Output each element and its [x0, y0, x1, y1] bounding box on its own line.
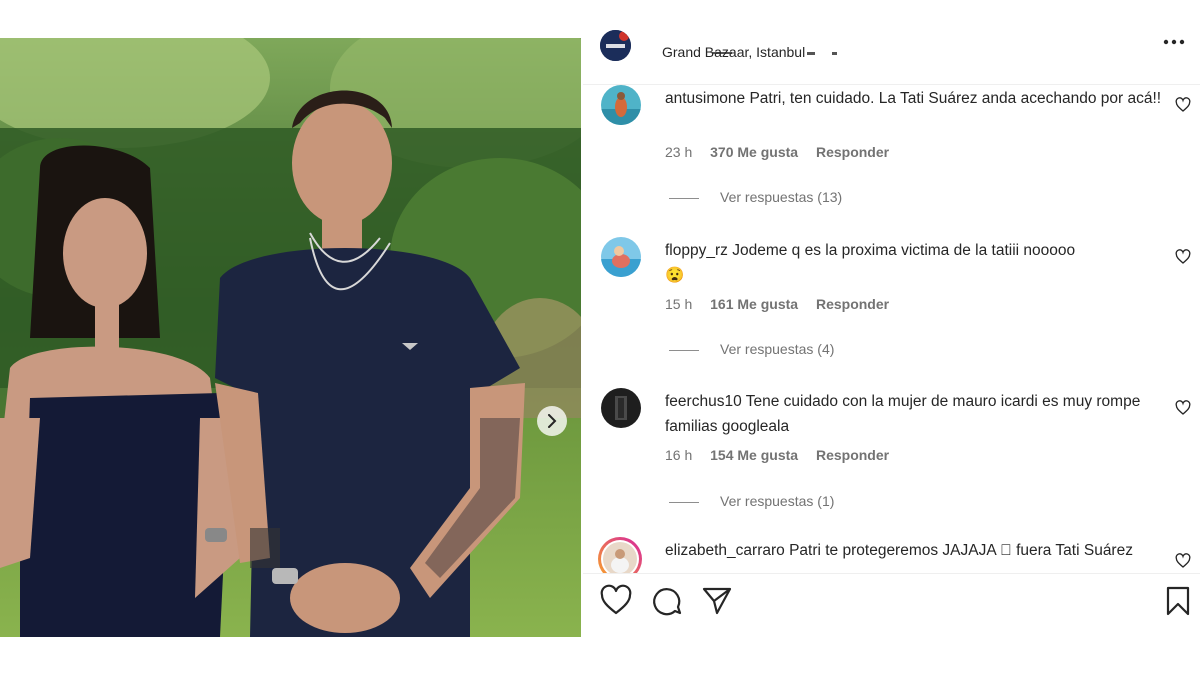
replies-line — [669, 501, 699, 503]
view-replies-button[interactable]: Ver respuestas (1) — [669, 493, 834, 509]
reply-button[interactable]: Responder — [816, 447, 889, 463]
comment-username[interactable]: feerchus10 — [665, 393, 742, 410]
commenter-avatar[interactable] — [601, 388, 641, 428]
more-horizontal-icon[interactable] — [1161, 34, 1187, 50]
avatar-photo — [601, 388, 641, 428]
comment-username[interactable]: elizabeth_carraro — [665, 542, 785, 559]
view-replies-label: Ver respuestas (4) — [720, 341, 835, 357]
comment-likes[interactable]: 370 Me gusta — [710, 144, 798, 160]
comment-likes[interactable]: 161 Me gusta — [710, 296, 798, 312]
comment-body: Jodeme q es la proxima victima de la tat… — [732, 242, 1076, 259]
comment-username[interactable]: antusimone — [665, 90, 745, 107]
reply-button[interactable]: Responder — [816, 296, 889, 312]
brand-logo-icon — [600, 30, 631, 61]
comment-body: Patri, ten cuidado. La Tati Suárez anda … — [749, 90, 1162, 107]
comment-meta: 15 h 161 Me gusta Responder — [665, 296, 903, 312]
next-image-button[interactable] — [537, 406, 567, 436]
heart-icon[interactable] — [1175, 249, 1191, 265]
comment-body: Patri te protegeremos JAJAJA 􏿽 fuera Tat… — [789, 542, 1133, 559]
avatar-photo — [601, 540, 639, 573]
heart-icon[interactable] — [599, 584, 633, 618]
comment-time: 23 h — [665, 144, 693, 160]
comment-time: 15 h — [665, 296, 693, 312]
heart-icon[interactable] — [1175, 553, 1191, 569]
view-replies-button[interactable]: Ver respuestas (13) — [669, 189, 842, 205]
comment-text: floppy_rz Jodeme q es la proxima victima… — [665, 238, 1165, 288]
comment-icon[interactable] — [650, 584, 684, 618]
comment-emoji: 😧 — [665, 267, 685, 284]
view-replies-button[interactable]: Ver respuestas (4) — [669, 341, 834, 357]
bookmark-icon[interactable] — [1161, 584, 1195, 618]
comment-likes[interactable]: 154 Me gusta — [710, 447, 798, 463]
reply-button[interactable]: Responder — [816, 144, 889, 160]
photo-illustration — [0, 38, 581, 637]
commenter-avatar[interactable] — [601, 237, 641, 277]
view-replies-label: Ver respuestas (1) — [720, 493, 835, 509]
heart-icon[interactable] — [1175, 400, 1191, 416]
commenter-avatar-story-ring[interactable] — [598, 537, 642, 573]
paper-plane-icon[interactable] — [700, 584, 734, 618]
post-actions-bar — [583, 584, 1200, 624]
post-location[interactable]: Grand Bazaar, Istanbul — [662, 44, 805, 60]
view-replies-label: Ver respuestas (13) — [720, 189, 843, 205]
comment-text: antusimone Patri, ten cuidado. La Tati S… — [665, 86, 1165, 111]
comment-text: elizabeth_carraro Patri te protegeremos … — [665, 538, 1165, 563]
replies-line — [669, 349, 699, 351]
actions-divider — [583, 573, 1200, 574]
comment-username[interactable]: floppy_rz — [665, 242, 728, 259]
replies-line — [669, 197, 699, 199]
avatar-photo — [601, 85, 641, 125]
comment-time: 16 h — [665, 447, 693, 463]
comments-list[interactable]: antusimone Patri, ten cuidado. La Tati S… — [583, 85, 1200, 573]
post-header: Grand Bazaar, Istanbul — [583, 22, 1200, 86]
comment-text: feerchus10 Tene cuidado con la mujer de … — [665, 389, 1165, 439]
avatar-photo — [601, 237, 641, 277]
comment-meta: 23 h 370 Me gusta Responder — [665, 144, 903, 160]
post-photo — [0, 38, 581, 637]
post-side-panel: Grand Bazaar, Istanbul antusimone Patri,… — [583, 0, 1200, 675]
commenter-avatar[interactable] — [601, 85, 641, 125]
author-avatar[interactable] — [600, 30, 631, 61]
comment-meta: 16 h 154 Me gusta Responder — [665, 447, 903, 463]
chevron-right-icon — [548, 414, 557, 428]
heart-icon[interactable] — [1175, 97, 1191, 113]
